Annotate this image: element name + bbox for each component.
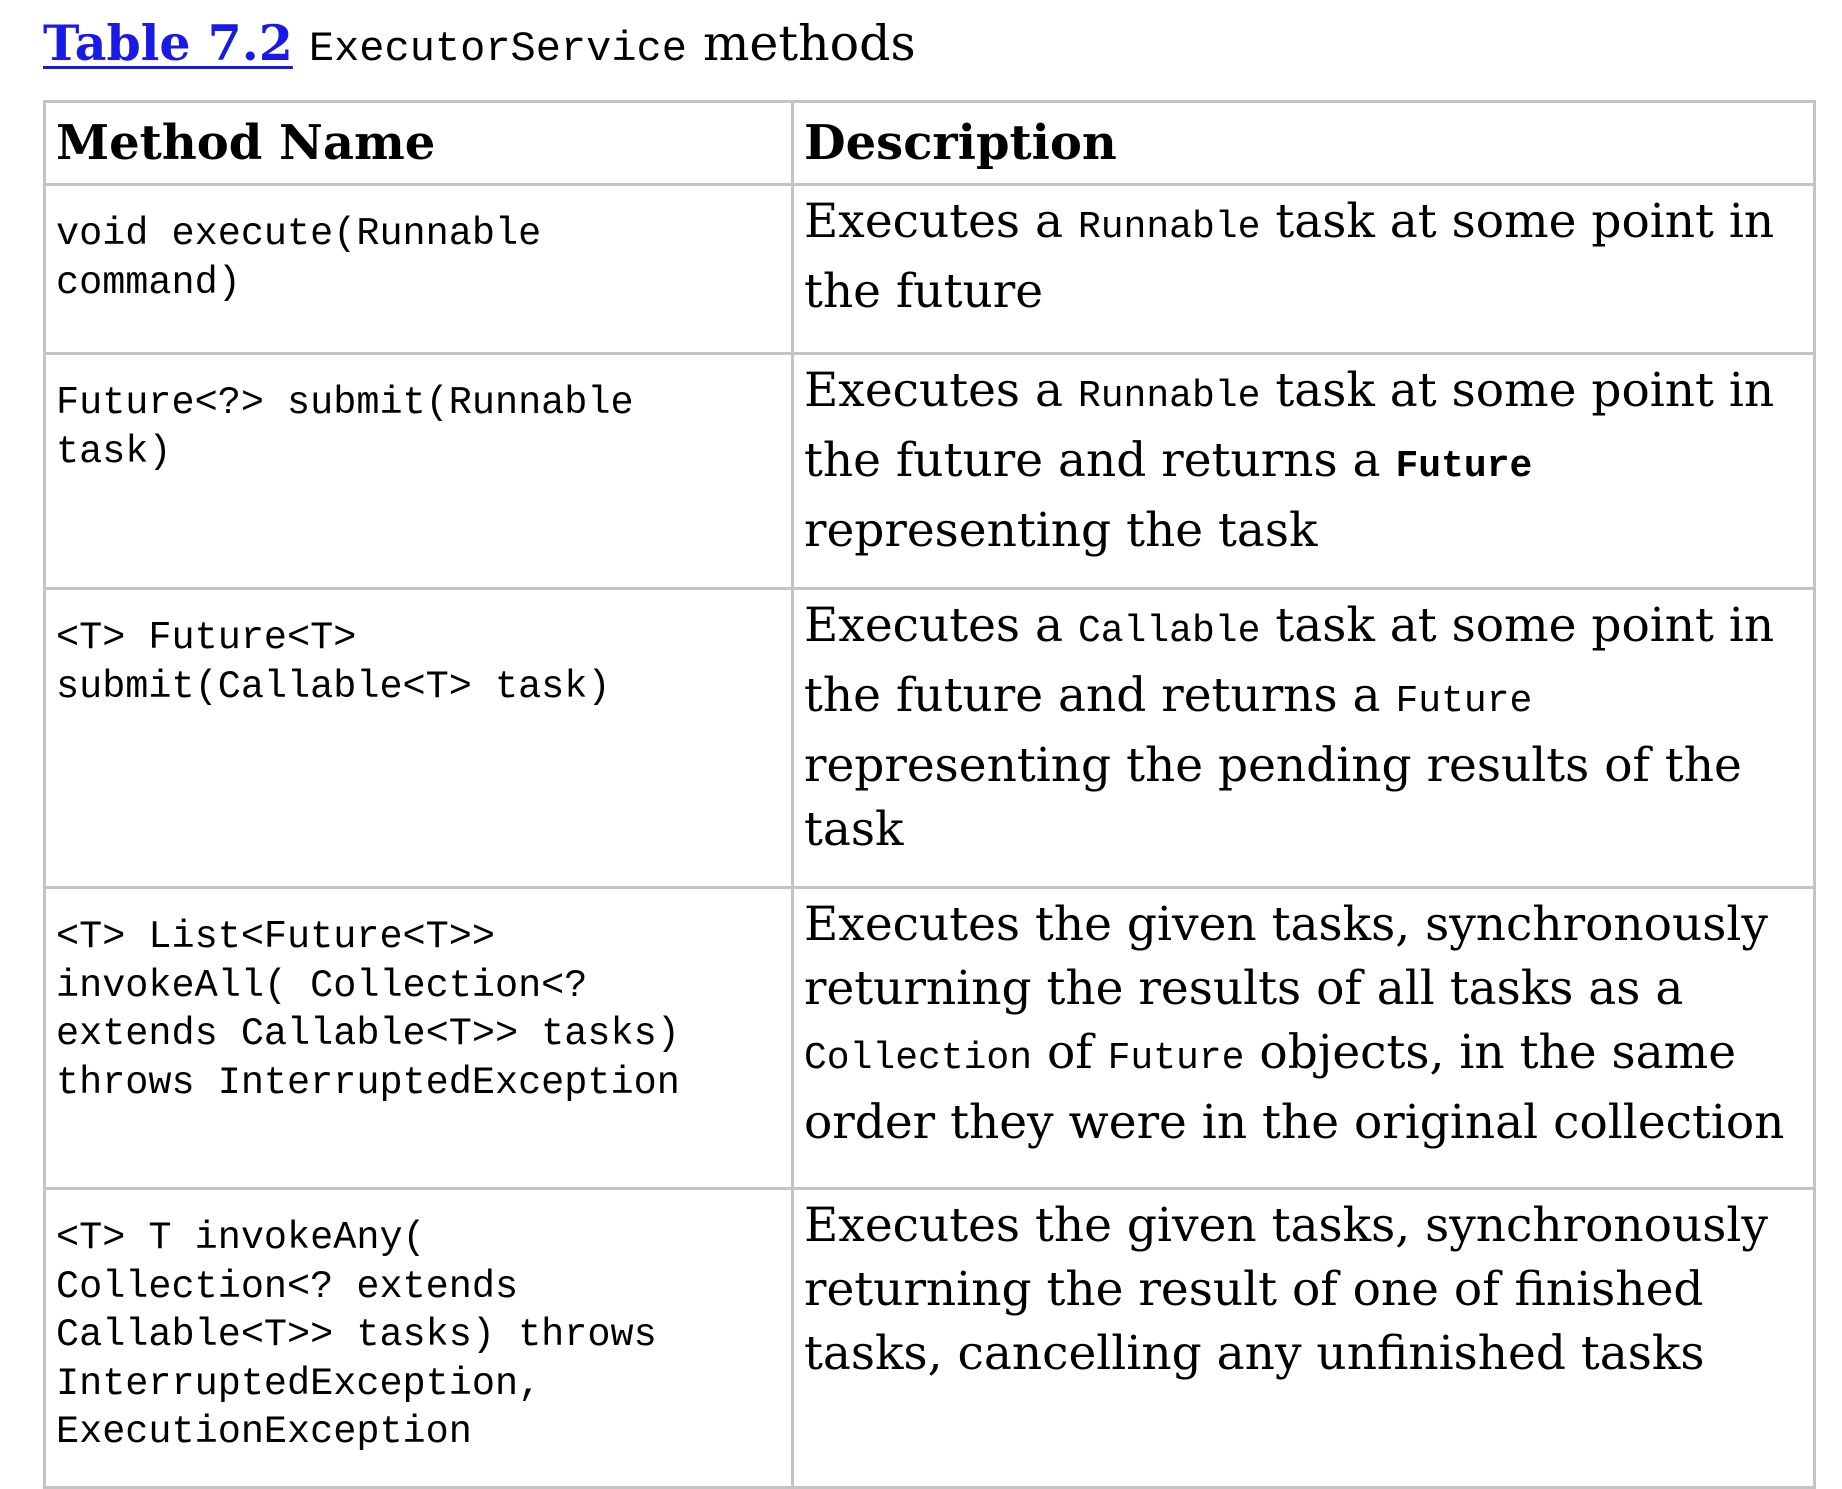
desc-code: Future — [1107, 1037, 1245, 1080]
method-signature: void execute(Runnable command) — [43, 183, 794, 355]
desc-text: representing the task — [804, 503, 1318, 558]
desc-text: representing the pending results of the … — [804, 738, 1742, 857]
caption-class-name: ExecutorService — [308, 25, 687, 73]
desc-code-bold: Future — [1395, 445, 1533, 488]
table-container: Table 7.2 ExecutorService methods Method… — [43, 14, 1816, 1489]
method-signature: <T> T invokeAny( Collection<? extends Ca… — [43, 1187, 794, 1489]
header-method-name: Method Name — [43, 100, 794, 186]
methods-table: Method Name Description void execute(Run… — [43, 100, 1816, 1489]
table-number-link[interactable]: Table 7.2 — [43, 14, 293, 72]
method-signature: <T> List<Future<T>> invokeAll( Collectio… — [43, 886, 794, 1190]
header-row: Method Name Description — [43, 100, 1816, 186]
desc-text: Executes a — [804, 363, 1078, 418]
method-signature: Future<?> submit(Runnable task) — [43, 352, 794, 590]
table-row: <T> Future<T> submit(Callable<T> task) E… — [43, 587, 1816, 889]
table-caption: Table 7.2 ExecutorService methods — [43, 14, 1813, 86]
table-row: void execute(Runnable command) Executes … — [43, 183, 1816, 355]
desc-code: Future — [1395, 680, 1533, 723]
table-row: <T> T invokeAny( Collection<? extends Ca… — [43, 1187, 1816, 1489]
method-signature: <T> Future<T> submit(Callable<T> task) — [43, 587, 794, 889]
desc-text: of — [1032, 1025, 1108, 1080]
desc-code: Runnable — [1077, 375, 1261, 418]
desc-text: Executes a — [804, 598, 1078, 653]
desc-text: Executes a — [804, 194, 1078, 249]
header-description: Description — [791, 100, 1816, 186]
method-description: Executes a Runnable task at some point i… — [791, 183, 1816, 355]
method-description: Executes the given tasks, synchronously … — [791, 886, 1816, 1190]
method-description: Executes the given tasks, synchronously … — [791, 1187, 1816, 1489]
desc-text: Executes the given tasks, synchronously … — [804, 1198, 1768, 1381]
caption-text: methods — [702, 15, 916, 72]
table-row: <T> List<Future<T>> invokeAll( Collectio… — [43, 886, 1816, 1190]
desc-code: Callable — [1077, 610, 1261, 653]
desc-text: Executes the given tasks, synchronously … — [804, 897, 1768, 1016]
method-description: Executes a Callable task at some point i… — [791, 587, 1816, 889]
method-description: Executes a Runnable task at some point i… — [791, 352, 1816, 590]
desc-code: Runnable — [1077, 206, 1261, 249]
desc-code: Collection — [804, 1037, 1033, 1080]
table-row: Future<?> submit(Runnable task) Executes… — [43, 352, 1816, 590]
